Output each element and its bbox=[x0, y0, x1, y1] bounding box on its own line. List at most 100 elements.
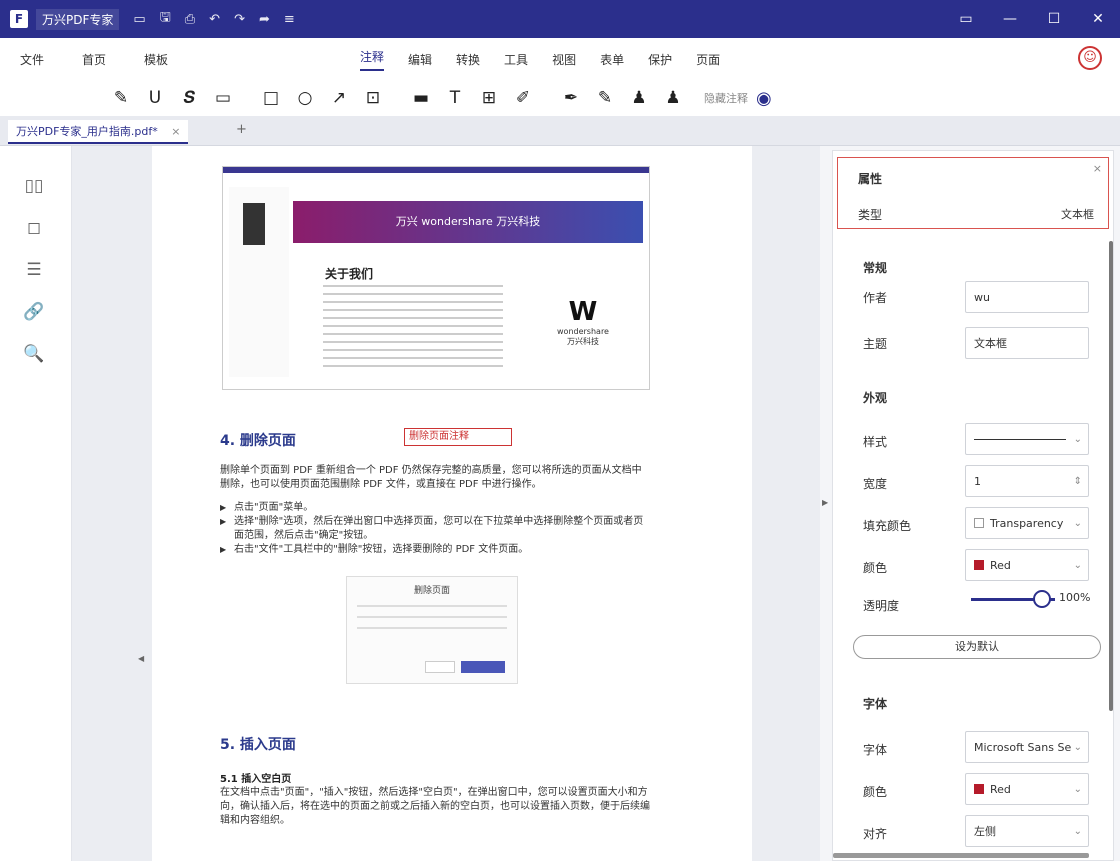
color-value: Red bbox=[990, 558, 1011, 572]
stamp-icon[interactable]: ♟ bbox=[622, 88, 656, 108]
transparent-swatch bbox=[974, 518, 984, 528]
eye-icon[interactable]: ◉ bbox=[756, 88, 772, 109]
app-logo: F bbox=[10, 10, 28, 28]
more-icon[interactable]: ≡ bbox=[284, 12, 295, 27]
area-highlight-icon[interactable]: ▭ bbox=[206, 88, 240, 108]
section-general: 常规 bbox=[863, 261, 888, 275]
chevron-down-icon: ⌄ bbox=[1073, 559, 1082, 571]
restore-icon[interactable]: ▭ bbox=[944, 11, 988, 27]
align-value: 左侧 bbox=[974, 825, 996, 838]
opacity-label: 透明度 bbox=[863, 599, 900, 613]
embedded-screenshot: 万兴 wondershare 万兴科技 关于我们 W wondershare 万… bbox=[222, 166, 650, 390]
list-item: 选择"删除"选项，然后在弹出窗口中选择页面，您可以在下拉菜单中选择删除整个页面或… bbox=[220, 515, 650, 543]
color-select[interactable]: Red ⌄ bbox=[965, 549, 1089, 581]
tab-form[interactable]: 表单 bbox=[600, 51, 624, 68]
bookmark-icon[interactable]: ◻ bbox=[22, 218, 46, 242]
menu-home[interactable]: 首页 bbox=[82, 51, 144, 68]
font-select[interactable]: Microsoft Sans Se ⌄ bbox=[965, 731, 1089, 763]
tab-protect[interactable]: 保护 bbox=[648, 51, 672, 68]
textbox-annotation[interactable]: 删除页面注释 bbox=[404, 428, 512, 446]
stepper-icon[interactable]: ⇕ bbox=[1074, 476, 1082, 487]
ws-letter: W bbox=[568, 297, 598, 327]
font-label: 字体 bbox=[863, 743, 888, 757]
tab-convert[interactable]: 转换 bbox=[456, 51, 480, 68]
add-tab-icon[interactable]: + bbox=[236, 122, 247, 137]
font-color-select[interactable]: Red ⌄ bbox=[965, 773, 1089, 805]
comments-list-icon[interactable]: ☰ bbox=[22, 260, 46, 284]
font-color-label: 颜色 bbox=[863, 785, 888, 799]
screenshot-header-bar bbox=[223, 167, 649, 173]
user-avatar-icon[interactable]: ☺ bbox=[1078, 46, 1102, 70]
align-label: 对齐 bbox=[863, 827, 888, 841]
close-panel-icon[interactable]: × bbox=[1093, 162, 1102, 175]
align-select[interactable]: 左侧 ⌄ bbox=[965, 815, 1089, 847]
undo-icon[interactable]: ↶ bbox=[209, 12, 220, 27]
shapes-icon[interactable]: ⊡ bbox=[356, 88, 390, 108]
highlight-icon[interactable]: ✎ bbox=[104, 88, 138, 108]
fill-color-select[interactable]: Transparency ⌄ bbox=[965, 507, 1089, 539]
hide-comments-label[interactable]: 隐藏注释 bbox=[704, 90, 748, 106]
style-select[interactable]: ⌄ bbox=[965, 423, 1089, 455]
callout-icon[interactable]: ✐ bbox=[506, 88, 540, 108]
text-icon[interactable]: T bbox=[438, 88, 472, 108]
author-field[interactable]: wu bbox=[965, 281, 1089, 313]
dialog-title: 删除页面 bbox=[413, 586, 450, 596]
eraser-icon[interactable]: ✎ bbox=[588, 88, 622, 108]
attachment-icon[interactable]: 🔗 bbox=[22, 302, 46, 326]
subject-field[interactable]: 文本框 bbox=[965, 327, 1089, 359]
screenshot-banner-text: 万兴 wondershare 万兴科技 bbox=[395, 215, 541, 228]
oval-icon[interactable]: ○ bbox=[288, 88, 322, 108]
menu-file[interactable]: 文件 bbox=[20, 51, 82, 68]
signature-icon[interactable]: ♟ bbox=[656, 88, 690, 108]
bullet-list: 点击"页面"菜单。 选择"删除"选项，然后在弹出窗口中选择页面，您可以在下拉菜单… bbox=[220, 501, 650, 557]
tab-comment[interactable]: 注释 bbox=[360, 48, 385, 71]
close-tab-icon[interactable]: × bbox=[171, 125, 180, 138]
tab-tools[interactable]: 工具 bbox=[504, 51, 528, 68]
rectangle-icon[interactable]: □ bbox=[254, 88, 288, 108]
note-icon[interactable]: ▬ bbox=[404, 88, 438, 108]
opacity-slider-knob[interactable] bbox=[1033, 590, 1051, 608]
thumbnails-icon[interactable]: ▯▯ bbox=[22, 176, 46, 200]
set-default-button[interactable]: 设为默认 bbox=[853, 635, 1101, 659]
arrow-icon[interactable]: ↗ bbox=[322, 88, 356, 108]
panel-horizontal-scrollbar[interactable] bbox=[833, 853, 1089, 858]
minimize-button[interactable]: — bbox=[988, 11, 1032, 27]
dialog-cancel-shape bbox=[425, 661, 455, 673]
tab-view[interactable]: 视图 bbox=[552, 51, 576, 68]
document-tab[interactable]: 万兴PDF专家_用户指南.pdf* × bbox=[8, 120, 189, 144]
width-value: 1 bbox=[974, 474, 981, 488]
maximize-button[interactable]: ☐ bbox=[1032, 11, 1076, 27]
opacity-value[interactable]: 100% bbox=[1059, 591, 1090, 604]
folder-icon[interactable]: ▭ bbox=[133, 12, 145, 27]
menu-bar: 文件 首页 模板 注释 编辑 转换 工具 视图 表单 保护 页面 ☺ bbox=[0, 38, 1120, 80]
menu-template[interactable]: 模板 bbox=[144, 51, 206, 68]
save-icon[interactable]: 🖫 bbox=[160, 8, 171, 30]
chevron-down-icon: ⌄ bbox=[1073, 741, 1082, 753]
left-sidebar: ▯▯ ◻ ☰ 🔗 🔍 bbox=[0, 146, 72, 861]
underline-icon[interactable]: U bbox=[138, 88, 172, 108]
collapse-right-icon[interactable]: ▶ bbox=[822, 498, 828, 507]
title-bar: F 万兴PDF专家 ▭ 🖫 ⎙ ↶ ↷ ➦ ≡ ▭ — ☐ ✕ bbox=[0, 0, 1120, 38]
chevron-down-icon: ⌄ bbox=[1073, 433, 1082, 445]
pen-icon[interactable]: ✒ bbox=[554, 88, 588, 108]
width-label: 宽度 bbox=[863, 477, 888, 491]
strikethrough-icon[interactable]: 𝑺 bbox=[172, 88, 206, 108]
panel-title: 属性 bbox=[858, 172, 883, 186]
textbox-icon[interactable]: ⊞ bbox=[472, 88, 506, 108]
author-value: wu bbox=[974, 290, 990, 304]
paragraph-insert: 在文档中点击"页面"，"插入"按钮，然后选择"空白页"，在弹出窗口中，您可以设置… bbox=[220, 787, 650, 826]
width-stepper[interactable]: 1 ⇕ bbox=[965, 465, 1089, 497]
share-icon[interactable]: ➦ bbox=[259, 12, 270, 27]
close-button[interactable]: ✕ bbox=[1076, 11, 1120, 27]
print-icon[interactable]: ⎙ bbox=[185, 12, 195, 27]
tab-edit[interactable]: 编辑 bbox=[408, 51, 432, 68]
search-icon[interactable]: 🔍 bbox=[22, 344, 46, 368]
collapse-left-icon[interactable]: ◀ bbox=[138, 654, 144, 663]
panel-scrollbar[interactable] bbox=[1109, 241, 1113, 711]
panel-header: 属性 类型 文本框 × bbox=[837, 157, 1109, 229]
tab-page[interactable]: 页面 bbox=[696, 51, 720, 68]
redo-icon[interactable]: ↷ bbox=[234, 12, 245, 27]
document-viewport[interactable]: ◀ 万兴 wondershare 万兴科技 关于我们 W wondershare… bbox=[72, 146, 886, 861]
red-swatch bbox=[974, 784, 984, 794]
embedded-dialog-image: 删除页面 bbox=[346, 576, 518, 684]
